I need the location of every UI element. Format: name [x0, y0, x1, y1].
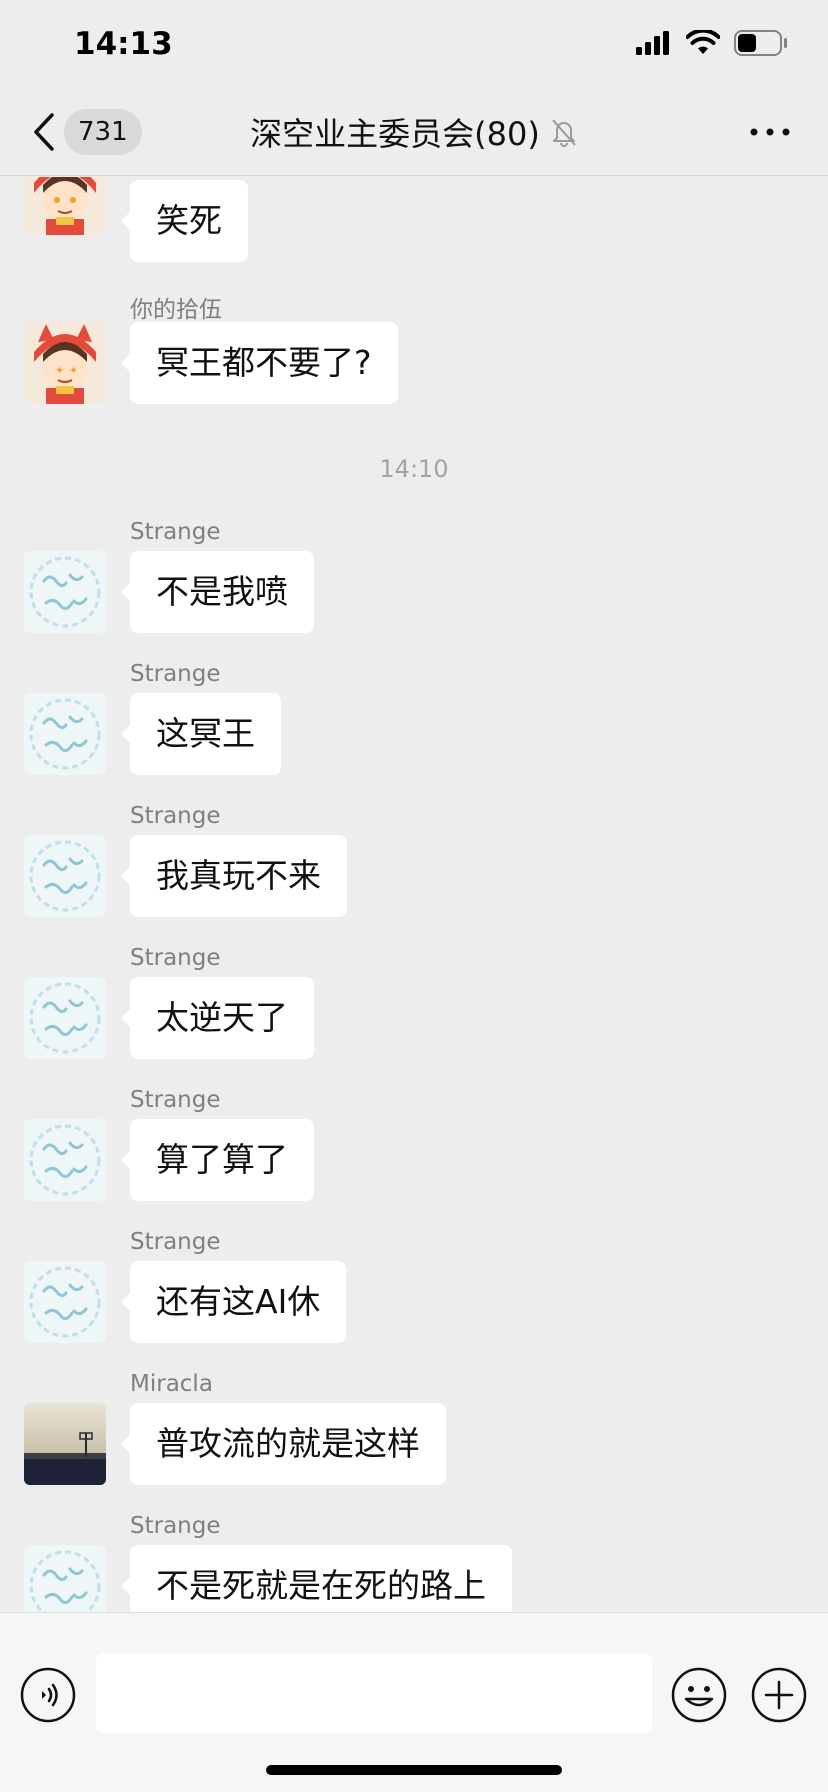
- unread-count-badge[interactable]: 731: [64, 109, 142, 155]
- svg-text:✦: ✦: [55, 364, 64, 377]
- sender-name[interactable]: Strange: [130, 1087, 221, 1113]
- message-input[interactable]: [96, 1653, 652, 1733]
- chat-title: 深空业主委员会(80): [250, 115, 540, 153]
- message-bubble[interactable]: 冥王都不要了?: [121, 322, 398, 404]
- plus-icon: [751, 1667, 807, 1723]
- message-bubble[interactable]: 不是我喷: [121, 551, 314, 633]
- calligraphy-avatar[interactable]: [24, 1119, 106, 1201]
- chevron-left-icon: [34, 113, 54, 151]
- anime-avatar[interactable]: [24, 177, 106, 235]
- sender-name[interactable]: Strange: [130, 661, 221, 687]
- more-button[interactable]: [748, 118, 792, 146]
- message-bubble[interactable]: 这冥王: [121, 693, 281, 775]
- message-bubble[interactable]: 普攻流的就是这样: [121, 1403, 446, 1485]
- sender-name[interactable]: Strange: [130, 803, 221, 829]
- chat-title-area[interactable]: 深空业主委员会(80): [150, 88, 678, 176]
- status-bar: 14:13: [0, 0, 828, 88]
- sender-name[interactable]: Miracla: [130, 1371, 213, 1397]
- bell-off-icon: [552, 119, 576, 147]
- calligraphy-avatar[interactable]: [24, 1545, 106, 1612]
- message-bubble[interactable]: 笑死: [121, 180, 248, 262]
- anime-avatar[interactable]: ✦ ✦: [24, 322, 106, 404]
- status-icons: [636, 30, 788, 56]
- sender-name[interactable]: Strange: [130, 1513, 221, 1539]
- signal-icon: [636, 31, 669, 55]
- ellipsis-icon: [750, 128, 790, 136]
- message-bubble[interactable]: 我真玩不来: [121, 835, 347, 917]
- battery-icon: [734, 30, 787, 56]
- voice-button[interactable]: [20, 1667, 76, 1723]
- sender-name[interactable]: 你的拾伍: [130, 290, 222, 324]
- message-bubble[interactable]: 太逆天了: [121, 977, 314, 1059]
- sender-name[interactable]: Strange: [130, 945, 221, 971]
- message-bubble[interactable]: 还有这AI休: [120, 1261, 347, 1343]
- timestamp-separator: 14:10: [379, 455, 449, 483]
- message-list[interactable]: 笑死 ✦ ✦ 你的拾伍 冥王都不要了? 14:10 Strange 不是我喷 S…: [0, 177, 828, 1612]
- calligraphy-avatar[interactable]: [24, 977, 106, 1059]
- calligraphy-avatar[interactable]: [24, 835, 106, 917]
- calligraphy-avatar[interactable]: [24, 693, 106, 775]
- chat-header: 731 深空业主委员会(80): [0, 88, 828, 176]
- message-bubble[interactable]: 不是死就是在死的路上: [121, 1545, 512, 1612]
- svg-text:✦: ✦: [69, 364, 78, 377]
- calligraphy-avatar[interactable]: [24, 551, 106, 633]
- emoji-icon: [671, 1667, 727, 1723]
- more-functions-button[interactable]: [751, 1667, 807, 1723]
- emoji-button[interactable]: [671, 1667, 727, 1723]
- status-time: 14:13: [74, 26, 173, 62]
- sender-name[interactable]: Strange: [130, 1229, 221, 1255]
- sender-name[interactable]: Strange: [130, 519, 221, 545]
- calligraphy-avatar[interactable]: [24, 1261, 106, 1343]
- photo-avatar[interactable]: [24, 1403, 106, 1485]
- message-bubble[interactable]: 算了算了: [121, 1119, 314, 1201]
- voice-icon: [20, 1667, 76, 1723]
- back-button[interactable]: [28, 108, 60, 156]
- home-indicator: [266, 1765, 562, 1775]
- wifi-icon: [686, 30, 720, 54]
